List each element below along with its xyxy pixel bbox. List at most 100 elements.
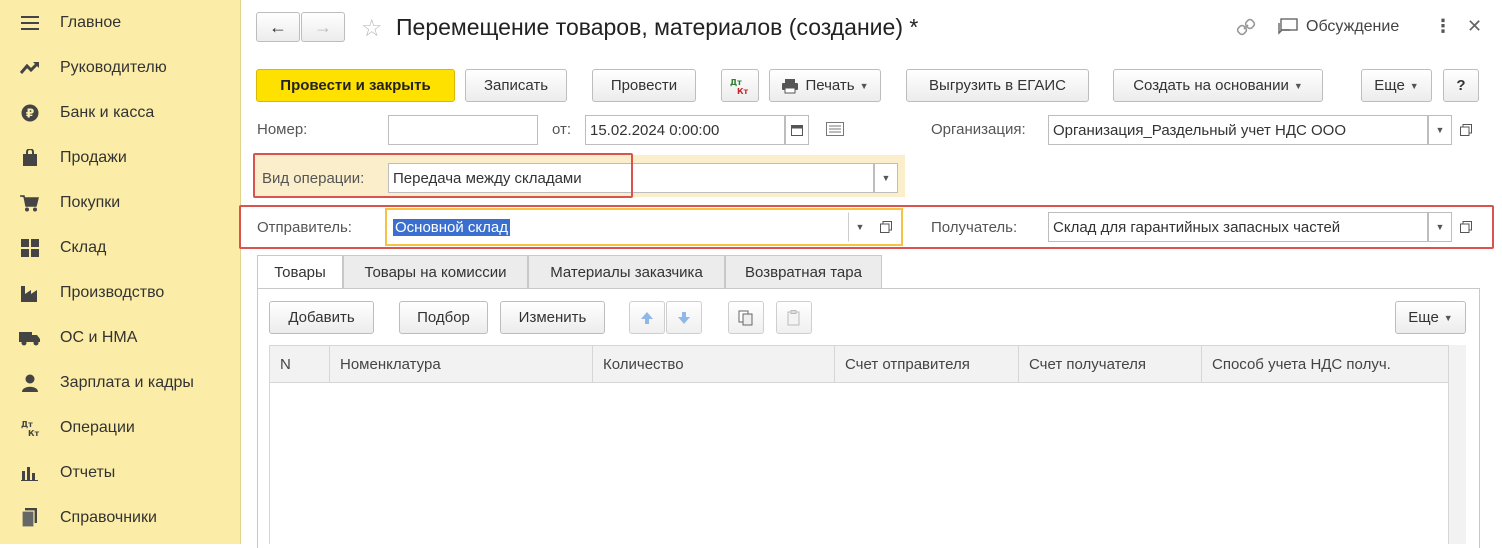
- more-button[interactable]: Еще ▼: [1361, 69, 1432, 102]
- organization-field[interactable]: Организация_Раздельный учет НДС ООО: [1048, 115, 1428, 145]
- post-and-close-button[interactable]: Провести и закрыть: [256, 69, 455, 102]
- sidebar-item-production[interactable]: Производство: [0, 270, 240, 315]
- paste-button[interactable]: [776, 301, 812, 334]
- help-button[interactable]: ?: [1443, 69, 1479, 102]
- svg-text:Дт: Дт: [21, 420, 33, 429]
- receiver-dropdown[interactable]: ▼: [1428, 212, 1452, 242]
- dt-kt-icon: Дт Кт: [19, 417, 41, 439]
- sidebar-item-sales[interactable]: Продажи: [0, 135, 240, 180]
- forward-button[interactable]: →: [301, 12, 345, 42]
- back-button[interactable]: ←: [256, 12, 300, 42]
- sidebar-item-purchases[interactable]: Покупки: [0, 180, 240, 225]
- number-label: Номер:: [257, 121, 308, 138]
- sidebar-item-warehouse[interactable]: Склад: [0, 225, 240, 270]
- printer-icon: [782, 78, 799, 93]
- caret-down-icon: ▼: [859, 80, 869, 91]
- number-field[interactable]: [388, 115, 538, 145]
- svg-text:Кт: Кт: [737, 87, 749, 96]
- shopping-bag-icon: [19, 147, 41, 169]
- arrow-up-icon: [641, 311, 653, 324]
- tab-customer-materials[interactable]: Материалы заказчика: [528, 255, 725, 289]
- sidebar-item-label: Продажи: [60, 148, 127, 166]
- more-label: Еще: [1374, 77, 1405, 94]
- page-title: Перемещение товаров, материалов (создани…: [396, 14, 919, 40]
- trend-icon: [19, 57, 41, 79]
- star-icon[interactable]: ☆: [361, 14, 383, 43]
- sidebar-item-main[interactable]: Главное: [0, 0, 240, 45]
- sidebar-item-directories[interactable]: Справочники: [0, 495, 240, 540]
- svg-text:₽: ₽: [26, 106, 34, 120]
- operation-dropdown[interactable]: ▼: [874, 163, 898, 193]
- sender-field[interactable]: Основной склад: [388, 212, 848, 242]
- document-list-icon[interactable]: [826, 122, 844, 140]
- truck-icon: [19, 327, 41, 349]
- table-more-button[interactable]: Еще ▼: [1395, 301, 1466, 334]
- receiver-open-button[interactable]: [1455, 212, 1477, 242]
- organization-dropdown[interactable]: ▼: [1428, 115, 1452, 145]
- move-down-button[interactable]: [666, 301, 702, 334]
- link-icon[interactable]: [1236, 17, 1256, 41]
- sender-open-button[interactable]: [875, 212, 897, 242]
- column-header-nomenclature[interactable]: Номенклатура: [329, 345, 593, 383]
- open-window-icon: [1460, 124, 1472, 136]
- move-up-button[interactable]: [629, 301, 665, 334]
- select-button[interactable]: Подбор: [399, 301, 488, 334]
- sender-label: Отправитель:: [257, 219, 352, 236]
- add-row-button[interactable]: Добавить: [269, 301, 374, 334]
- calendar-button[interactable]: [785, 115, 809, 145]
- close-icon[interactable]: ✕: [1467, 16, 1482, 37]
- column-header-sender-account[interactable]: Счет отправителя: [834, 345, 1019, 383]
- clipboard-icon: [787, 309, 800, 325]
- tab-goods-on-commission[interactable]: Товары на комиссии: [343, 255, 528, 289]
- sidebar-item-label: Справочники: [60, 508, 157, 526]
- operation-label: Вид операции:: [262, 170, 365, 187]
- column-header-n[interactable]: N: [269, 345, 330, 383]
- organization-open-button[interactable]: [1455, 115, 1477, 145]
- tab-goods[interactable]: Товары: [257, 255, 343, 289]
- caret-down-icon: ▼: [1443, 312, 1453, 323]
- operation-field[interactable]: Передача между складами: [388, 163, 874, 193]
- post-button[interactable]: Провести: [592, 69, 696, 102]
- table-scrollbar[interactable]: [1448, 345, 1466, 544]
- calendar-icon: [791, 125, 803, 136]
- date-field[interactable]: 15.02.2024 0:00:00: [585, 115, 785, 145]
- sidebar-item-bank[interactable]: ₽ Банк и касса: [0, 90, 240, 135]
- caret-down-icon: ▼: [881, 173, 891, 183]
- caret-down-icon: ▼: [855, 222, 865, 232]
- discussion-icon: [1278, 18, 1298, 40]
- dt-kt-button[interactable]: Дт Кт: [721, 69, 759, 102]
- column-header-vat-method[interactable]: Способ учета НДС получ.: [1201, 345, 1449, 383]
- receiver-label: Получатель:: [931, 219, 1018, 236]
- caret-down-icon: ▼: [1435, 222, 1445, 232]
- sidebar: Главное Руководителю ₽ Банк и касса Прод…: [0, 0, 241, 544]
- sidebar-item-label: ОС и НМА: [60, 328, 138, 346]
- column-header-receiver-account[interactable]: Счет получателя: [1018, 345, 1202, 383]
- sidebar-item-label: Зарплата и кадры: [60, 373, 194, 391]
- sidebar-item-reports[interactable]: Отчеты: [0, 450, 240, 495]
- edit-button[interactable]: Изменить: [500, 301, 605, 334]
- create-based-label: Создать на основании: [1133, 77, 1289, 94]
- print-button[interactable]: Печать ▼: [769, 69, 881, 102]
- copy-icon: [738, 310, 753, 325]
- create-based-on-button[interactable]: Создать на основании ▼: [1113, 69, 1323, 102]
- column-header-quantity[interactable]: Количество: [592, 345, 835, 383]
- sidebar-item-fixed-assets[interactable]: ОС и НМА: [0, 315, 240, 360]
- arrow-right-icon: →: [314, 16, 332, 37]
- sidebar-item-payroll[interactable]: Зарплата и кадры: [0, 360, 240, 405]
- sidebar-item-operations[interactable]: Дт Кт Операции: [0, 405, 240, 450]
- sidebar-item-manager[interactable]: Руководителю: [0, 45, 240, 90]
- copy-button[interactable]: [728, 301, 764, 334]
- egais-upload-button[interactable]: Выгрузить в ЕГАИС: [906, 69, 1089, 102]
- more-options-icon[interactable]: ⋮: [1434, 16, 1452, 37]
- sender-dropdown[interactable]: ▼: [848, 212, 872, 242]
- save-button[interactable]: Записать: [465, 69, 567, 102]
- svg-text:Дт: Дт: [730, 78, 742, 87]
- discussion-link[interactable]: Обсуждение: [1306, 18, 1399, 36]
- organization-label: Организация:: [931, 121, 1026, 138]
- person-icon: [19, 372, 41, 394]
- document-form: ← → ☆ Перемещение товаров, материалов (с…: [239, 0, 1502, 548]
- caret-down-icon: ▼: [1435, 125, 1445, 135]
- tab-returnable-containers[interactable]: Возвратная тара: [725, 255, 882, 289]
- sidebar-item-label: Банк и касса: [60, 103, 155, 121]
- receiver-field[interactable]: Склад для гарантийных запасных частей: [1048, 212, 1428, 242]
